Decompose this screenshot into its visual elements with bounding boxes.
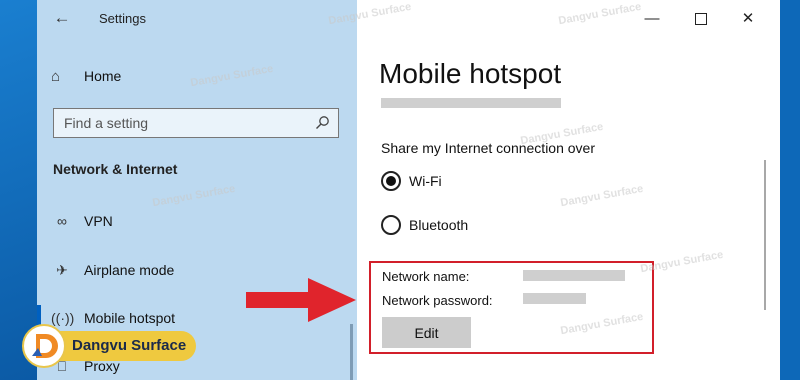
content-pane: — ✕ Mobile hotspot Share my Internet con… [357, 0, 780, 380]
share-connection-label: Share my Internet connection over [381, 140, 596, 156]
bluetooth-radio-button[interactable] [381, 215, 401, 235]
home-icon: ⌂ [51, 67, 61, 85]
nav-scrollbar[interactable] [350, 324, 353, 380]
redacted-status-bar [381, 98, 561, 108]
airplane-icon: ✈ [56, 261, 68, 278]
brand-name: Dangvu Surface [50, 331, 197, 361]
network-password-label: Network password: [382, 293, 493, 308]
nav-home[interactable]: ⌂ Home [51, 64, 121, 88]
maximize-button[interactable] [690, 8, 712, 30]
back-button[interactable]: ← [51, 6, 73, 30]
network-name-value-redacted [523, 270, 625, 281]
brand-logo-icon [22, 324, 66, 368]
pointer-arrow-overlay [246, 278, 356, 322]
minimize-icon: — [644, 10, 660, 27]
nav-section-title: Network & Internet [53, 161, 178, 177]
content-scrollbar[interactable] [764, 160, 766, 310]
vpn-icon: ∞ [57, 213, 67, 229]
brand-badge: Dangvu Surface [22, 322, 197, 370]
back-arrow-icon: ← [53, 8, 71, 27]
page-title: Mobile hotspot [379, 58, 562, 89]
close-button[interactable]: ✕ [737, 8, 759, 30]
edit-button[interactable]: Edit [382, 317, 471, 348]
network-password-value-redacted [523, 293, 586, 304]
network-name-label: Network name: [382, 269, 470, 284]
sidebar-item-label: Airplane mode [84, 262, 175, 278]
close-icon: ✕ [741, 10, 755, 27]
bluetooth-radio-option[interactable]: Bluetooth [381, 214, 468, 236]
network-info-highlight: Network name: Network password: Edit [369, 261, 654, 354]
sidebar-item-label: VPN [84, 213, 113, 229]
bluetooth-radio-label: Bluetooth [409, 217, 469, 233]
search-input[interactable] [54, 109, 302, 137]
sidebar-item-vpn[interactable]: ∞ VPN [37, 202, 357, 240]
search-box[interactable] [53, 108, 339, 138]
nav-home-label: Home [84, 68, 122, 84]
minimize-button[interactable]: — [641, 8, 663, 30]
app-title: Settings [99, 11, 146, 26]
wifi-radio-label: Wi-Fi [409, 173, 442, 189]
maximize-icon [695, 13, 707, 25]
wifi-radio-button[interactable] [381, 171, 401, 191]
search-icon [316, 116, 329, 129]
wifi-radio-option[interactable]: Wi-Fi [381, 170, 442, 192]
